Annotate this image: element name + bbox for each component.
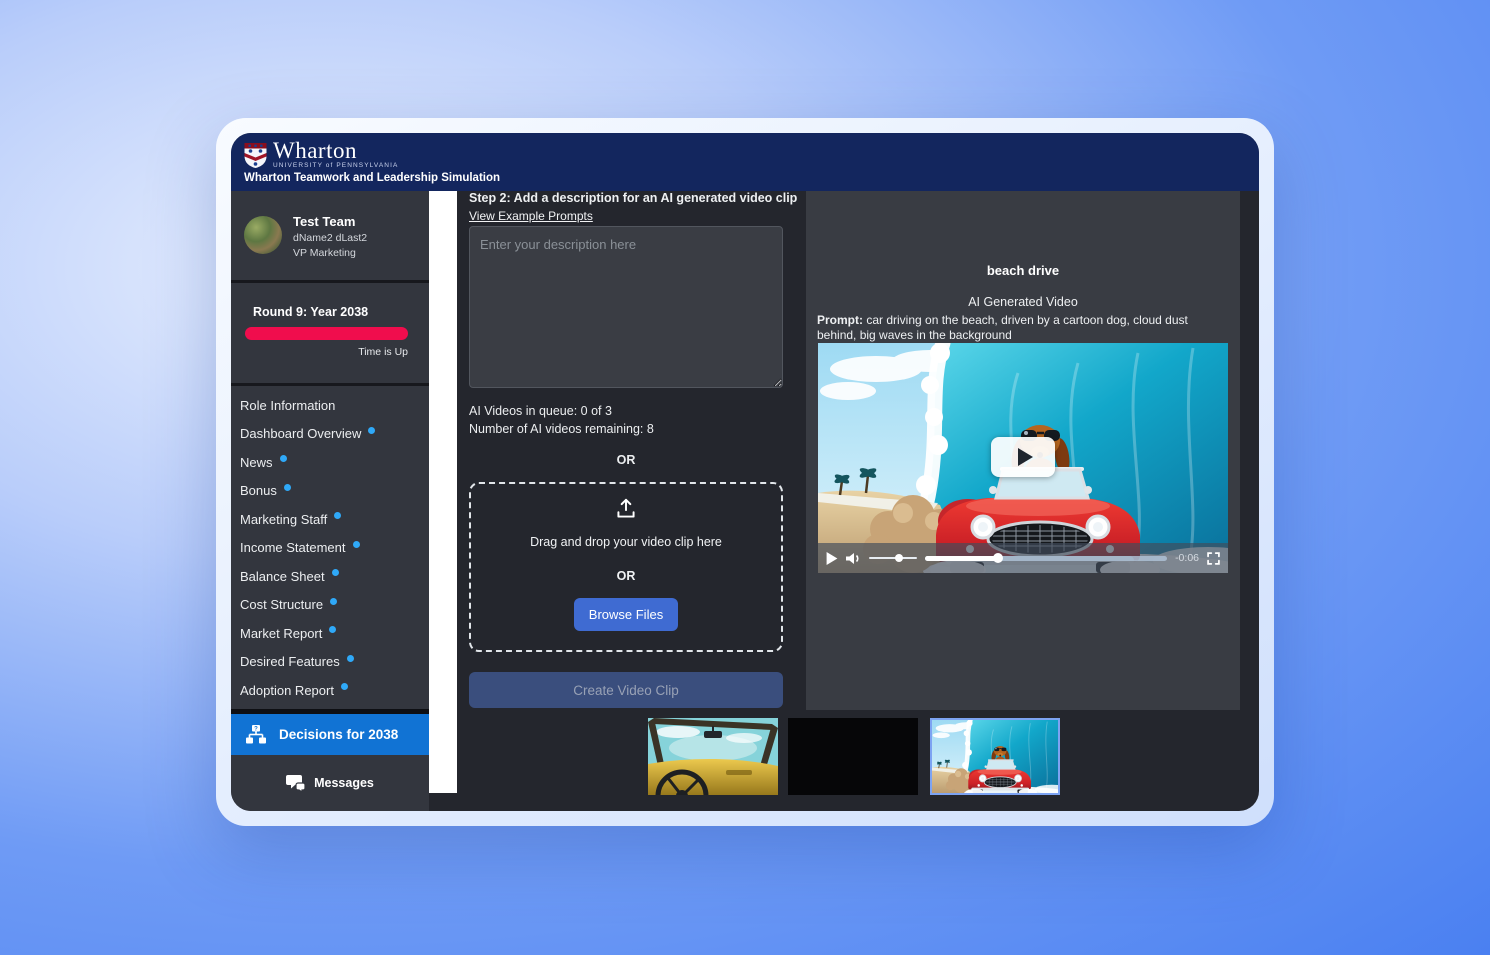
member-role: VP Marketing (293, 248, 367, 259)
interior-clip-preview (648, 718, 778, 795)
sidebar-item-balance-sheet[interactable]: Balance Sheet (231, 562, 429, 591)
upload-icon (613, 496, 639, 522)
browse-files-button[interactable]: Browse Files (574, 598, 678, 631)
app-title: Wharton Teamwork and Leadership Simulati… (244, 172, 500, 184)
brand-name: Wharton (273, 139, 398, 162)
queue-status: AI Videos in queue: 0 of 3 (469, 404, 612, 418)
step-title: Step 2: Add a description for an AI gene… (469, 191, 799, 205)
fullscreen-icon[interactable] (1207, 552, 1220, 565)
notification-dot (329, 626, 336, 633)
sidebar-nav: Role Information Dashboard Overview News… (231, 391, 429, 705)
notification-dot (330, 598, 337, 605)
play-control-icon[interactable] (826, 552, 838, 565)
drop-instruction: Drag and drop your video clip here (530, 535, 722, 549)
decisions-org-chart-icon: ? (245, 724, 267, 746)
divider (231, 280, 429, 283)
timer-status: Time is Up (231, 346, 408, 358)
volume-slider[interactable] (869, 557, 917, 560)
team-name: Test Team (293, 215, 367, 228)
sidebar-item-dashboard-overview[interactable]: Dashboard Overview (231, 420, 429, 449)
notification-dot (280, 455, 287, 462)
sidebar-item-cost-structure[interactable]: Cost Structure (231, 591, 429, 620)
remaining-status: Number of AI videos remaining: 8 (469, 422, 654, 436)
sidebar: Test Team dName2 dLast2 VP Marketing Rou… (231, 191, 429, 811)
video-dropzone[interactable]: Drag and drop your video clip here OR Br… (469, 482, 783, 652)
sidebar-item-role-information[interactable]: Role Information (231, 391, 429, 420)
sidebar-item-messages[interactable]: Messages (231, 763, 429, 803)
or-divider: OR (469, 453, 783, 467)
messages-chat-icon (286, 774, 306, 792)
sidebar-item-news[interactable]: News (231, 448, 429, 477)
video-player[interactable]: -0:06 (818, 343, 1228, 573)
sidebar-content-gap (429, 191, 457, 793)
prompt-label: Prompt: (817, 313, 863, 327)
sidebar-item-decisions[interactable]: ? Decisions for 2038 (231, 714, 429, 755)
description-input[interactable] (469, 226, 783, 388)
decisions-label: Decisions for 2038 (279, 727, 398, 742)
video-title: beach drive (806, 263, 1240, 278)
messages-label: Messages (314, 776, 374, 790)
round-label: Round 9: Year 2038 (253, 305, 368, 319)
wharton-shield-icon (243, 142, 268, 169)
notification-dot (368, 427, 375, 434)
notification-dot (341, 683, 348, 690)
thumbnail-beach-drive-selected[interactable] (930, 718, 1060, 795)
notification-dot (353, 541, 360, 548)
member-name: dName2 dLast2 (293, 233, 367, 244)
notification-dot (347, 655, 354, 662)
seek-bar[interactable] (925, 556, 1167, 561)
play-button-overlay[interactable] (991, 437, 1055, 477)
university-name: UNIVERSITY of PENNSYLVANIA (273, 163, 398, 170)
app-header: Wharton UNIVERSITY of PENNSYLVANIA Whart… (231, 133, 1259, 191)
notification-dot (334, 512, 341, 519)
divider (231, 383, 429, 386)
notification-dot (332, 569, 339, 576)
app-window: Wharton UNIVERSITY of PENNSYLVANIA Whart… (216, 118, 1274, 826)
sidebar-item-bonus[interactable]: Bonus (231, 477, 429, 506)
video-controls: -0:06 (818, 543, 1228, 573)
volume-icon[interactable] (846, 552, 861, 565)
thumbnail-black-clip[interactable] (788, 718, 918, 795)
sidebar-item-income-statement[interactable]: Income Statement (231, 534, 429, 563)
time-remaining: -0:06 (1175, 552, 1199, 564)
sidebar-item-marketing-staff[interactable]: Marketing Staff (231, 505, 429, 534)
sidebar-item-market-report[interactable]: Market Report (231, 619, 429, 648)
thumbnail-yellow-car-interior[interactable] (648, 718, 778, 795)
create-video-clip-button[interactable]: Create Video Clip (469, 672, 783, 708)
beach-clip-preview (932, 720, 1058, 793)
round-timer-progress-bar (245, 327, 408, 340)
video-prompt: Prompt: car driving on the beach, driven… (817, 313, 1227, 343)
app-content: Wharton UNIVERSITY of PENNSYLVANIA Whart… (231, 133, 1259, 811)
prompt-text: car driving on the beach, driven by a ca… (817, 313, 1188, 342)
drop-or-divider: OR (617, 569, 636, 583)
team-avatar (244, 216, 282, 254)
view-example-prompts-link[interactable]: View Example Prompts (469, 209, 593, 223)
play-icon (1018, 448, 1033, 466)
sidebar-item-desired-features[interactable]: Desired Features (231, 648, 429, 677)
video-type-label: AI Generated Video (806, 295, 1240, 309)
wharton-logo: Wharton UNIVERSITY of PENNSYLVANIA (243, 139, 398, 170)
volume-thumb[interactable] (895, 554, 903, 562)
video-panel: beach drive AI Generated Video Prompt: c… (806, 191, 1240, 710)
notification-dot (284, 484, 291, 491)
seek-played (925, 556, 998, 561)
sidebar-item-adoption-report[interactable]: Adoption Report (231, 676, 429, 705)
